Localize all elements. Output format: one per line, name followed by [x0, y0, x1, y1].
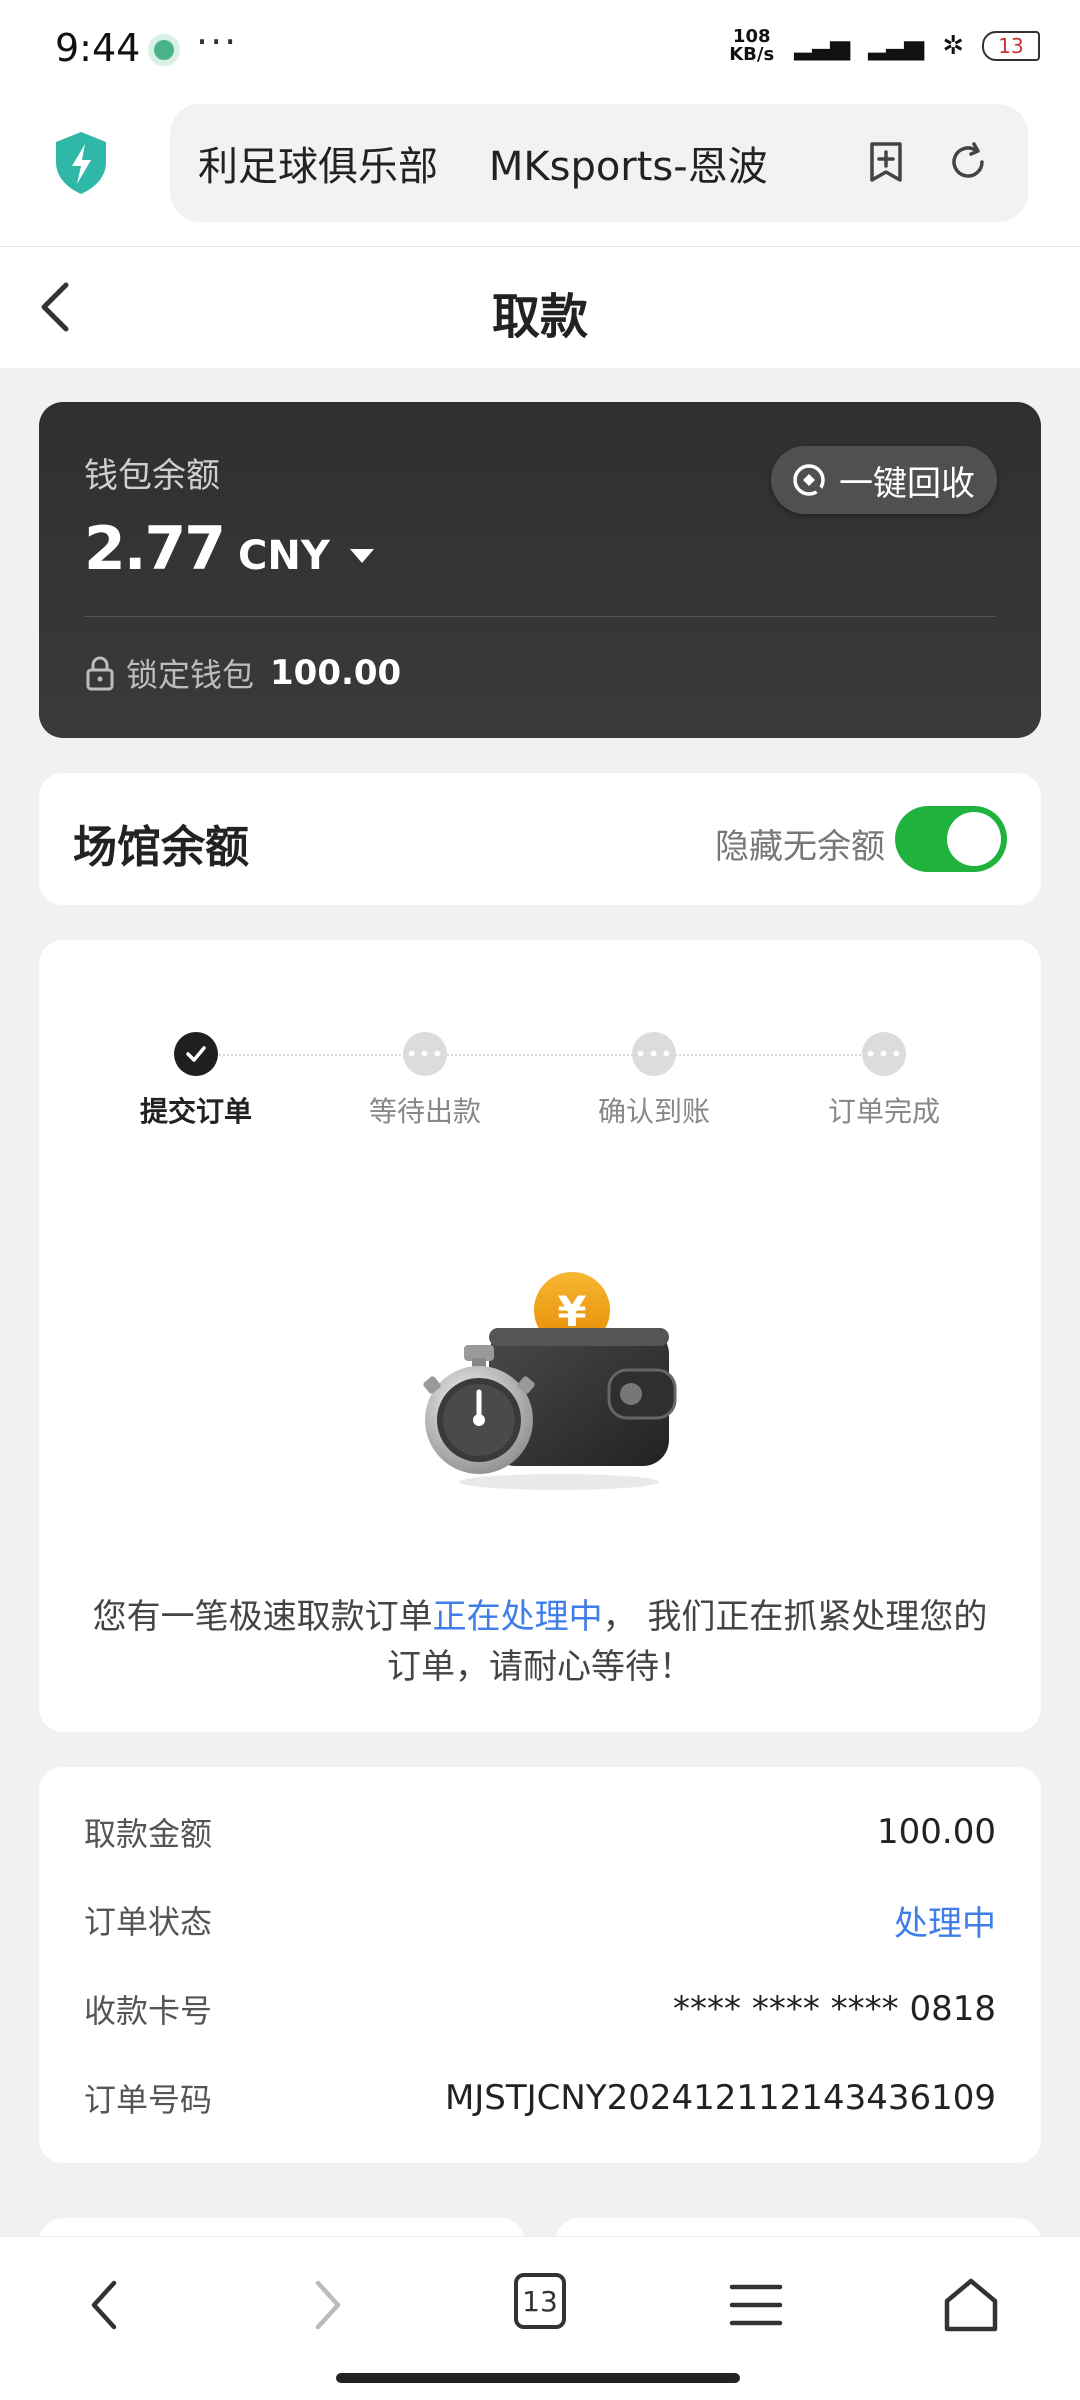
detail-value: MJSTJCNY20241211214343610​9: [444, 2078, 996, 2118]
menu-icon[interactable]: [720, 2269, 792, 2341]
locked-wallet-row: 锁定钱包 100.00: [84, 650, 401, 696]
browser-address-bar: 利足球俱乐部 MKsports-恩波: [0, 100, 1080, 246]
step-order-complete: ••• 订单完成: [774, 1032, 994, 1130]
nav-back-icon[interactable]: [70, 2269, 142, 2341]
toggle-knob: [947, 812, 1001, 866]
home-icon[interactable]: [935, 2269, 1007, 2341]
hide-empty-toggle[interactable]: [895, 806, 1007, 872]
speed-unit: KB/s: [729, 44, 775, 65]
recycle-button-label: 一键回收: [839, 463, 975, 504]
currency-label: CNY: [238, 533, 330, 579]
processing-message: 您有一笔极速取款订单正在处理中， 我们正在抓紧处理您的订单，请耐心等待！: [79, 1592, 1001, 1692]
step-confirm-receipt: ••• 确认到账: [544, 1032, 764, 1130]
network-speed: 108 KB/s: [729, 28, 774, 64]
detail-row-order-number: 订单号码 MJSTJCNY20241211214343610​9: [84, 2073, 996, 2123]
tabs-count-button[interactable]: 13: [514, 2273, 566, 2329]
withdrawal-progress-card: 提交订单 ••• 等待出款 ••• 确认到账 ••• 订单完成 ¥ 您有一笔极速…: [39, 940, 1041, 1732]
step-pending-icon: •••: [632, 1032, 676, 1076]
step-label: 订单完成: [827, 1095, 940, 1128]
step-label: 等待出款: [368, 1095, 481, 1128]
url-text: 利足球俱乐部 MKsports-恩波: [198, 144, 768, 190]
page-title: 取款: [491, 289, 588, 345]
step-label: 提交订单: [139, 1095, 252, 1128]
locked-wallet-label: 锁定钱包: [126, 656, 255, 694]
refresh-icon[interactable]: [944, 138, 992, 186]
detail-key: 收款卡号: [84, 1992, 213, 2030]
detail-key: 取款金额: [84, 1815, 213, 1853]
wallet-divider: [84, 616, 996, 617]
detail-key: 订单号码: [84, 2081, 213, 2119]
nav-forward-icon[interactable]: [290, 2269, 362, 2341]
status-icons: 108 KB/s ▂▃▅ ▂▃▅ ✲ 13: [729, 28, 1040, 64]
wallet-balance-label: 钱包余额: [84, 456, 220, 496]
message-prefix: 您有一笔极速取款订单: [92, 1597, 433, 1637]
order-details-card: 取款金额 100.00 订单状态 处理中 收款卡号 **** **** ****…: [39, 1767, 1041, 2163]
wallet-balance-card: 钱包余额 2.77 CNY 一键回收 锁定钱包 100.00: [39, 402, 1041, 738]
step-pending-icon: •••: [403, 1032, 447, 1076]
detail-key: 订单状态: [84, 1903, 213, 1941]
step-submit-order: 提交订单: [86, 1032, 306, 1130]
notification-app-icon: [148, 34, 180, 66]
detail-value: 100.00: [877, 1812, 996, 1852]
locked-wallet-amount: 100.00: [270, 653, 402, 693]
step-pending-icon: •••: [862, 1032, 906, 1076]
step-check-icon: [174, 1032, 218, 1076]
signal-icon-2: ▂▃▅: [868, 31, 924, 61]
gesture-home-bar[interactable]: [336, 2373, 740, 2383]
wifi-icon: ✲: [942, 31, 964, 61]
wallet-stopwatch-illustration: ¥: [423, 1272, 677, 1490]
one-click-recycle-button[interactable]: 一键回收: [771, 446, 997, 514]
more-notifications-icon: ···: [196, 20, 239, 64]
step-label: 确认到账: [597, 1095, 710, 1128]
security-shield-icon[interactable]: [52, 130, 110, 196]
bookmark-add-icon[interactable]: [862, 138, 910, 186]
url-field[interactable]: 利足球俱乐部 MKsports-恩波: [170, 104, 1028, 222]
progress-steps: 提交订单 ••• 等待出款 ••• 确认到账 ••• 订单完成: [39, 1032, 1041, 1132]
status-bar: 9:44 ··· 108 KB/s ▂▃▅ ▂▃▅ ✲ 13: [0, 0, 1080, 100]
wallet-amount: 2.77: [84, 514, 226, 584]
venue-balance-card: 场馆余额 隐藏无余额: [39, 773, 1041, 905]
detail-row-amount: 取款金额 100.00: [84, 1807, 996, 1857]
lock-icon: [86, 656, 114, 691]
venue-balance-title: 场馆余额: [73, 822, 249, 873]
detail-row-card-number: 收款卡号 **** **** **** 0818: [84, 1984, 996, 2034]
status-time: 9:44: [55, 26, 141, 70]
hide-empty-label: 隐藏无余额: [715, 827, 885, 867]
recycle-icon: [793, 464, 828, 499]
currency-dropdown-icon[interactable]: [349, 549, 374, 563]
detail-value: **** **** **** 0818: [673, 1989, 996, 2029]
detail-value-status: 处理中: [894, 1903, 996, 1944]
wallet-amount-group[interactable]: 2.77 CNY: [84, 514, 374, 584]
step-await-payout: ••• 等待出款: [315, 1032, 535, 1130]
signal-icon: ▂▃▅: [794, 31, 850, 61]
detail-row-status: 订单状态 处理中: [84, 1895, 996, 1945]
battery-icon: 13: [982, 31, 1040, 61]
message-highlight: 正在处理中: [432, 1597, 603, 1637]
page-header: 取款: [0, 246, 1080, 368]
